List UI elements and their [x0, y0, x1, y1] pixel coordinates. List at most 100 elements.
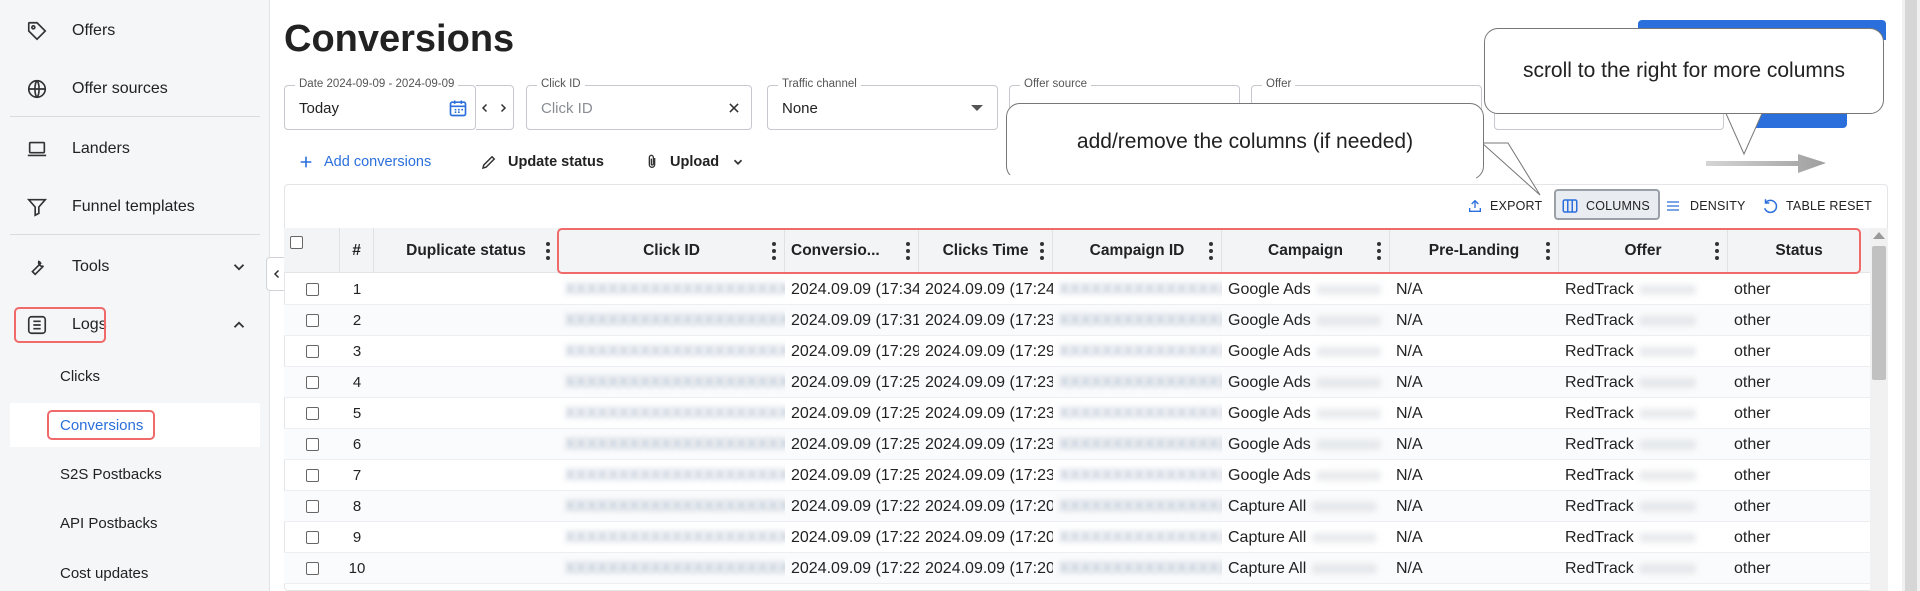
pencil-icon — [480, 153, 498, 171]
row-number: 1 — [352, 281, 362, 298]
calendar-icon[interactable] — [448, 98, 468, 118]
row-checkbox[interactable] — [305, 469, 319, 482]
pre-landing-cell: N/A — [1396, 559, 1423, 577]
table-row[interactable]: 9 XXXXXXXXXXXXXXXXXXXXX 2024.09.09 (17:22)… — [284, 522, 1870, 553]
chevron-left-icon[interactable] — [479, 101, 491, 115]
sidebar-item-offers[interactable]: Offers — [10, 9, 260, 53]
conversion-time-cell: 2024.09.09 (17:22) — [791, 559, 919, 577]
duplicate-status-cell — [374, 367, 559, 398]
pre-landing-cell: N/A — [1396, 311, 1423, 329]
date-filter[interactable]: Date 2024-09-09 - 2024-09-09 Today — [284, 78, 476, 130]
offer-name: RedTrack — [1565, 404, 1634, 422]
sidebar-subitem-s2s-postbacks[interactable]: S2S Postbacks — [10, 452, 260, 496]
scroll-up-arrow-icon[interactable] — [1873, 232, 1885, 239]
date-filter-label: Date 2024-09-09 - 2024-09-09 — [295, 78, 459, 90]
click-id-filter[interactable]: Click ID Click ID — [526, 78, 752, 130]
date-stepper — [476, 85, 514, 130]
page-title: Conversions — [284, 18, 515, 60]
row-checkbox[interactable] — [305, 376, 319, 389]
sidebar-item-landers[interactable]: Landers — [10, 127, 260, 171]
update-status-button[interactable]: Update status — [480, 150, 604, 174]
table-scroll-thumb[interactable] — [1872, 246, 1886, 380]
row-checkbox[interactable] — [305, 407, 319, 420]
page-scroll-thumb[interactable] — [1905, 0, 1917, 591]
traffic-channel-value: None — [782, 100, 818, 117]
campaign-cell: Google Ads xxxxxxxx — [1222, 305, 1390, 336]
chevron-down-icon — [233, 264, 245, 271]
campaign-cell: Google Ads xxxxxxxx — [1222, 274, 1390, 305]
close-icon[interactable] — [727, 101, 741, 115]
row-checkbox-cell — [284, 491, 340, 522]
offer-name: RedTrack — [1565, 528, 1634, 546]
status-cell: other — [1734, 528, 1771, 546]
row-checkbox[interactable] — [305, 562, 319, 575]
row-number: 5 — [352, 405, 362, 422]
row-checkbox[interactable] — [305, 531, 319, 544]
offer-cell: RedTrack xxxxxxx — [1559, 553, 1728, 584]
status-cell: other — [1734, 342, 1771, 360]
row-checkbox[interactable] — [305, 438, 319, 451]
add-conversions-button[interactable]: Add conversions — [298, 150, 431, 174]
row-checkbox-cell — [284, 274, 340, 305]
row-checkbox[interactable] — [305, 500, 319, 513]
column-header[interactable]: # — [340, 228, 374, 273]
campaign-id-cell: XXXXXXXXXXXXXXXXX — [1053, 336, 1222, 367]
row-number: 10 — [348, 560, 366, 577]
redacted-text: XXXXXXXXXXXXXXXXXXXXX — [565, 404, 785, 422]
redacted-text: XXXXXXXXXXXXXXXXXXXXX — [565, 497, 785, 515]
table-row[interactable]: 8 XXXXXXXXXXXXXXXXXXXXX 2024.09.09 (17:22)… — [284, 491, 1870, 522]
table-row[interactable]: 2 XXXXXXXXXXXXXXXXXXXXX 2024.09.09 (17:31)… — [284, 305, 1870, 336]
status-cell: other — [1734, 404, 1771, 422]
select-all-checkbox[interactable] — [290, 236, 303, 249]
conversion-time-cell: 2024.09.09 (17:29) — [791, 342, 919, 360]
redacted-text: xxxxxxx — [1639, 373, 1696, 391]
table-row[interactable]: 4 XXXXXXXXXXXXXXXXXXXXX 2024.09.09 (17:25)… — [284, 367, 1870, 398]
chevron-up-icon — [233, 321, 245, 328]
sidebar-item-funnel-templates[interactable]: Funnel templates — [10, 185, 260, 229]
click-time-cell: 2024.09.09 (17:23) — [925, 435, 1053, 453]
table-row[interactable]: 3 XXXXXXXXXXXXXXXXXXXXX 2024.09.09 (17:29)… — [284, 336, 1870, 367]
pre-landing-cell: N/A — [1396, 342, 1423, 360]
kebab-menu-icon[interactable] — [546, 242, 550, 260]
redacted-text: XXXXXXXXXXXXXXXXX — [1059, 311, 1222, 329]
globe-icon — [24, 76, 50, 102]
density-button[interactable]: DENSITY — [1663, 195, 1746, 217]
duplicate-status-cell — [374, 553, 559, 584]
sidebar-item-tools[interactable]: Tools — [10, 245, 260, 289]
columns-hint-text: add/remove the columns (if needed) — [1076, 129, 1414, 153]
divider — [10, 116, 260, 117]
table-row[interactable]: 5 XXXXXXXXXXXXXXXXXXXXX 2024.09.09 (17:25)… — [284, 398, 1870, 429]
row-checkbox[interactable] — [305, 314, 319, 327]
upload-button[interactable]: Upload — [644, 150, 745, 174]
pre-landing-cell: N/A — [1396, 466, 1423, 484]
conversion-time-cell: 2024.09.09 (17:31) — [791, 311, 919, 329]
row-checkbox-cell — [284, 429, 340, 460]
table-row[interactable]: 10 XXXXXXXXXXXXXXXXXXXXX 2024.09.09 (17:22… — [284, 553, 1870, 584]
table-row[interactable]: 1 XXXXXXXXXXXXXXXXXXXXX 2024.09.09 (17:34)… — [284, 274, 1870, 305]
row-checkbox[interactable] — [305, 345, 319, 358]
column-header[interactable]: Duplicate status — [374, 228, 559, 273]
sidebar-subitem-cost-updates[interactable]: Cost updates — [10, 551, 260, 591]
traffic-channel-select[interactable]: Traffic channel None — [767, 78, 998, 130]
redacted-text: xxxxxxxx — [1316, 280, 1381, 298]
table-reset-button[interactable]: TABLE RESET — [1761, 195, 1872, 217]
redacted-text: xxxxxxxx — [1316, 373, 1381, 391]
row-checkbox-cell — [284, 522, 340, 553]
redacted-text: xxxxxxxx — [1316, 435, 1381, 453]
redacted-text: xxxxxxx — [1639, 280, 1696, 298]
table-row[interactable]: 7 XXXXXXXXXXXXXXXXXXXXX 2024.09.09 (17:25)… — [284, 460, 1870, 491]
tag-icon — [24, 18, 50, 44]
duplicate-status-cell — [374, 522, 559, 553]
click-id-input[interactable]: Click ID — [541, 100, 593, 117]
sidebar-subitem-api-postbacks[interactable]: API Postbacks — [10, 501, 260, 545]
row-checkbox[interactable] — [305, 283, 319, 296]
sidebar-subitem-clicks[interactable]: Clicks — [10, 354, 260, 398]
chevron-right-icon[interactable] — [497, 101, 509, 115]
sidebar-item-offer-sources[interactable]: Offer sources — [10, 67, 260, 111]
page-scrollbar[interactable] — [1902, 0, 1920, 591]
redacted-text: XXXXXXXXXXXXXXXXXXXXX — [565, 373, 785, 391]
campaign-name: Google Ads — [1228, 435, 1311, 453]
table-row[interactable]: 6 XXXXXXXXXXXXXXXXXXXXX 2024.09.09 (17:25)… — [284, 429, 1870, 460]
sidebar-item-label: Offer sources — [72, 80, 168, 97]
offer-name: RedTrack — [1565, 280, 1634, 298]
